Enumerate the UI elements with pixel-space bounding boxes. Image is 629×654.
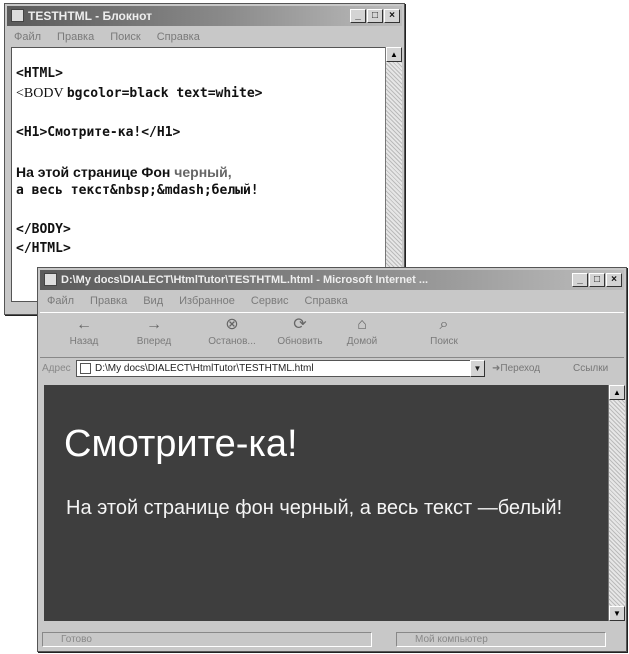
browser-toolbar: ← Назад → Вперед ⊗ Останов... ⟳ Обновить ⌂ До… — [40, 312, 624, 358]
refresh-button[interactable]: ⟳ Обновить — [268, 316, 332, 347]
search-label: Поиск — [430, 336, 458, 347]
home-button[interactable]: ⌂ Домой — [330, 316, 394, 347]
minimize-button[interactable]: _ — [572, 273, 588, 287]
address-value: D:\My docs\DIALECT\HtmlTutor\TESTHTML.ht… — [95, 363, 314, 374]
forward-label: Вперед — [136, 336, 172, 347]
search-button[interactable]: ⌕ Поиск — [412, 316, 476, 347]
notepad-title: TESTHTML - Блокнот — [28, 9, 153, 23]
browser-vertical-scrollbar[interactable]: ▲ ▼ — [608, 385, 625, 621]
home-icon: ⌂ — [357, 316, 367, 333]
code-fragment: <BODV — [16, 86, 67, 101]
notepad-menubar: Файл Правка Поиск Справка — [7, 28, 402, 46]
search-icon: ⌕ — [439, 316, 449, 333]
menu-help[interactable]: Справка — [305, 295, 348, 307]
page-content: Смотрите-ка! На этой странице фон черный… — [44, 385, 608, 621]
code-line: а весь текст&nbsp;&mdash;белый! — [16, 183, 259, 198]
go-button[interactable]: ➜Переход — [492, 358, 540, 380]
menu-edit[interactable]: Правка — [57, 31, 94, 43]
maximize-button[interactable]: □ — [367, 9, 383, 23]
ie-icon — [44, 273, 57, 286]
page-text: На этой странице фон черный, а весь текс… — [66, 497, 563, 519]
notepad-vertical-scrollbar[interactable]: ▲ — [385, 47, 402, 302]
address-bar: Адрес D:\My docs\DIALECT\HtmlTutor\TESTH… — [40, 358, 624, 380]
browser-titlebar[interactable]: D:\My docs\DIALECT\HtmlTutor\TESTHTML.ht… — [40, 270, 624, 290]
status-bar: Готово Мой компьютер — [40, 630, 624, 649]
menu-file[interactable]: Файл — [47, 295, 74, 307]
close-button[interactable]: × — [606, 273, 622, 287]
stop-icon: ⊗ — [225, 316, 239, 333]
forward-button[interactable]: → Вперед — [122, 316, 186, 347]
stop-button[interactable]: ⊗ Останов... — [200, 316, 264, 347]
browser-window: D:\My docs\DIALECT\HtmlTutor\TESTHTML.ht… — [37, 267, 627, 652]
menu-edit[interactable]: Правка — [90, 295, 127, 307]
menu-help[interactable]: Справка — [157, 31, 200, 43]
address-label: Адрес — [42, 363, 71, 374]
close-button[interactable]: × — [384, 9, 400, 23]
code-line: На этой странице Фон черный, — [16, 164, 232, 180]
back-button[interactable]: ← Назад — [52, 316, 116, 347]
code-fragment: bgcolor=black text=white> — [66, 86, 263, 101]
zone-text: Мой компьютер — [415, 634, 488, 645]
back-arrow-icon: ← — [76, 316, 92, 333]
page-icon — [80, 363, 91, 374]
code-fragment: На этой странице Фон — [16, 164, 175, 180]
back-label: Назад — [69, 336, 99, 347]
address-dropdown-button[interactable]: ▼ — [470, 360, 485, 377]
menu-search[interactable]: Поиск — [110, 31, 140, 43]
scroll-down-button[interactable]: ▼ — [609, 606, 625, 621]
browser-title: D:\My docs\DIALECT\HtmlTutor\TESTHTML.ht… — [61, 274, 429, 286]
links-button[interactable]: Ссылки — [573, 358, 608, 380]
refresh-icon: ⟳ — [293, 316, 307, 333]
menu-view[interactable]: Вид — [143, 295, 163, 307]
code-line: </BODY> — [16, 222, 71, 237]
notepad-titlebar[interactable]: TESTHTML - Блокнот _ □ × — [7, 6, 402, 26]
status-text: Готово — [61, 634, 92, 645]
menu-tools[interactable]: Сервис — [251, 295, 289, 307]
maximize-button[interactable]: □ — [589, 273, 605, 287]
forward-arrow-icon: → — [146, 316, 162, 333]
go-label: Переход — [500, 363, 541, 374]
address-input[interactable]: D:\My docs\DIALECT\HtmlTutor\TESTHTML.ht… — [76, 360, 472, 377]
code-line: <BODV bgcolor=black text=white> — [16, 86, 262, 102]
stop-label: Останов... — [208, 336, 256, 347]
refresh-label: Обновить — [277, 336, 323, 347]
code-line: </HTML> — [16, 241, 71, 256]
status-ready: Готово — [42, 632, 372, 647]
menu-file[interactable]: Файл — [14, 31, 41, 43]
menu-favorites[interactable]: Избранное — [179, 295, 235, 307]
code-line: <H1>Смотрите-ка!</H1> — [16, 125, 181, 140]
home-label: Домой — [346, 336, 378, 347]
code-fragment: черный, — [174, 164, 232, 180]
code-line: <HTML> — [16, 66, 63, 81]
status-zone: Мой компьютер — [396, 632, 606, 647]
scroll-up-button[interactable]: ▲ — [386, 47, 402, 62]
browser-menubar: Файл Правка Вид Избранное Сервис Справка — [40, 292, 624, 310]
notepad-icon — [11, 9, 24, 22]
notepad-text-area[interactable]: <HTML> <BODV bgcolor=black text=white> <… — [11, 47, 385, 302]
minimize-button[interactable]: _ — [350, 9, 366, 23]
scroll-up-button[interactable]: ▲ — [609, 385, 625, 400]
page-heading: Смотрите-ка! — [64, 423, 298, 465]
